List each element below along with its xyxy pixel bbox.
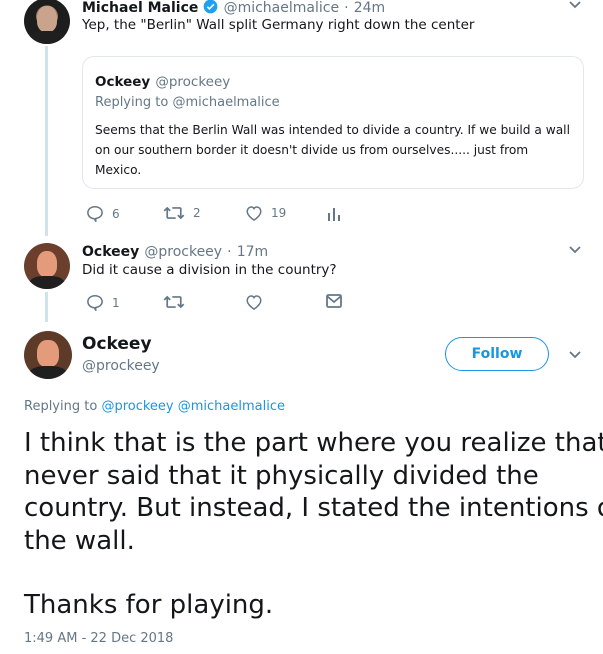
avatar[interactable] [24, 331, 72, 379]
tweet-time[interactable]: 24m [354, 0, 385, 16]
quoted-author-handle: @prockeey [155, 74, 231, 90]
chevron-down-icon[interactable] [568, 350, 582, 360]
tweet-timestamp[interactable]: 1:49 AM - 22 Dec 2018 [24, 631, 173, 646]
separator-dot: · [344, 0, 349, 16]
like-count: 19 [271, 206, 287, 220]
author-handle[interactable]: @prockeey [82, 358, 160, 374]
author-handle[interactable]: @michaelmalice [224, 0, 340, 16]
reply-button[interactable]: 6 [86, 205, 120, 222]
tweet-header: Ockeey @prockeey · 17m [82, 241, 268, 260]
author-name[interactable]: Ockeey [82, 334, 152, 354]
retweet-icon [163, 206, 185, 220]
like-button[interactable] [245, 294, 263, 310]
chevron-down-icon[interactable] [568, 245, 582, 255]
direct-message-button[interactable] [326, 294, 342, 308]
main-tweet-text: I think that is the part where you reali… [24, 428, 603, 620]
author-handle[interactable]: @prockeey [144, 244, 222, 260]
reply-count: 1 [112, 295, 120, 310]
mention-link[interactable]: @prockeey [101, 399, 173, 414]
envelope-icon [326, 294, 342, 308]
quoted-replying-to: Replying to @michaelmalice [95, 95, 280, 110]
analytics-button[interactable] [327, 206, 341, 221]
replying-to: Replying to @prockeey @michaelmalice [24, 399, 285, 414]
quoted-tweet-card[interactable]: Ockeey @prockeey Replying to @michaelmal… [82, 56, 584, 189]
thread-line [45, 292, 48, 322]
thread-line [45, 46, 48, 236]
mention-link[interactable]: @michaelmalice [178, 399, 285, 414]
verified-badge-icon [204, 0, 218, 14]
tweet-text: Yep, the "Berlin" Wall split Germany rig… [82, 17, 475, 33]
reply-icon [87, 294, 103, 311]
reply-button[interactable]: 1 [86, 294, 120, 311]
retweet-button[interactable] [163, 294, 185, 310]
heart-icon [246, 206, 262, 221]
tweet-header: Michael Malice @michaelmalice · 24m [82, 0, 385, 16]
tweet-text: Did it cause a division in the country? [82, 262, 337, 278]
author-name[interactable]: Michael Malice [82, 0, 198, 16]
separator-dot: · [227, 244, 232, 260]
retweet-icon [163, 295, 185, 309]
analytics-icon [328, 208, 340, 221]
reply-count: 6 [112, 206, 120, 221]
chevron-down-icon[interactable] [568, 0, 582, 10]
retweet-count: 2 [193, 206, 201, 220]
like-button[interactable]: 19 [245, 205, 286, 221]
reply-icon [87, 205, 103, 222]
author-name[interactable]: Ockeey [82, 244, 139, 260]
quoted-author-name: Ockeey [95, 74, 151, 90]
avatar[interactable] [24, 0, 70, 44]
retweet-button[interactable]: 2 [163, 205, 201, 221]
avatar[interactable] [24, 243, 70, 289]
heart-icon [246, 295, 262, 310]
tweet-time[interactable]: 17m [237, 244, 268, 260]
follow-button[interactable]: Follow [445, 337, 549, 371]
quoted-text: Seems that the Berlin Wall was intended … [95, 123, 570, 177]
